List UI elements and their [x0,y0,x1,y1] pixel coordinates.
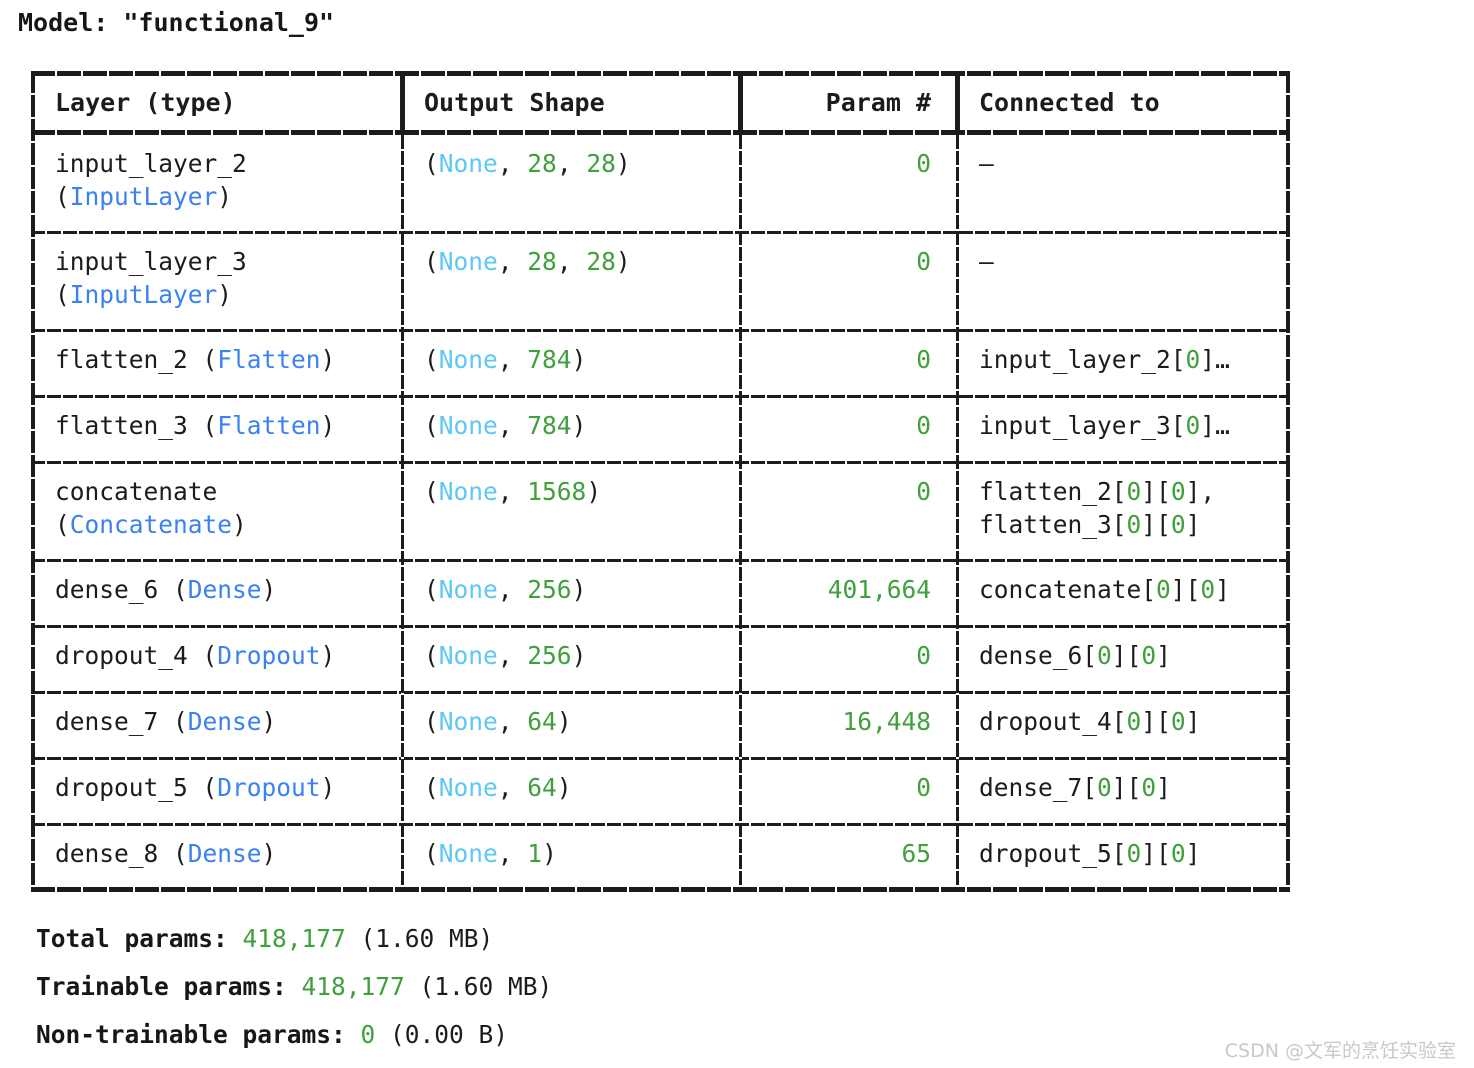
params-value: 418,177 [301,972,405,1001]
column-header-layer: Layer (type) [55,88,236,117]
cell-layer-name: input_layer_3 (InputLayer) [55,247,247,309]
cell-output-shape: (None, 64) [424,707,572,736]
cell-connected-to: dense_6[0][0] [979,641,1171,670]
row-separator [31,625,1290,628]
params-size: (1.60 MB) [345,924,494,953]
params-label: Non-trainable params: [36,1020,361,1049]
column-separator [401,135,404,887]
row-separator [31,691,1290,694]
row-separator [31,231,1290,234]
cell-output-shape: (None, 256) [424,575,587,604]
cell-output-shape: (None, 1568) [424,477,602,506]
table-bottom-border [31,887,1290,892]
watermark: CSDN @文军的烹饪实验室 [1224,1040,1456,1062]
cell-connected-to: dropout_5[0][0] [979,839,1201,868]
column-separator-header [400,75,405,131]
params-size: (1.60 MB) [404,972,553,1001]
cell-layer-name: dropout_4 (Dropout) [55,641,336,670]
column-separator [956,135,959,887]
table-right-border [1286,71,1290,892]
non-trainable-params-line: Non-trainable params: 0 (0.00 B) [36,1020,508,1049]
cell-param-count: 0 [916,641,931,670]
column-separator-header [738,75,743,131]
row-separator [31,823,1290,826]
total-params-line: Total params: 418,177 (1.60 MB) [36,924,493,953]
cell-output-shape: (None, 64) [424,773,572,802]
params-label: Total params: [36,924,243,953]
cell-param-count: 16,448 [842,707,931,736]
model-summary-page: Model: "functional_9" Layer (type) Output… [0,0,1474,1068]
cell-output-shape: (None, 784) [424,411,587,440]
cell-connected-to: dropout_4[0][0] [979,707,1201,736]
params-size: (0.00 B) [375,1020,509,1049]
params-value: 418,177 [242,924,346,953]
page-title: Model: "functional_9" [18,8,335,37]
cell-param-count: 0 [916,477,931,506]
cell-output-shape: (None, 784) [424,345,587,374]
cell-output-shape: (None, 256) [424,641,587,670]
row-separator [31,395,1290,398]
column-header-param: Param # [825,88,931,117]
cell-param-count: 0 [916,345,931,374]
cell-param-count: 0 [916,149,931,178]
cell-connected-to: flatten_2[0][0], flatten_3[0][0] [979,477,1216,539]
column-header-output-shape: Output Shape [424,88,605,117]
table-header-separator [31,130,1290,135]
table-left-border [31,71,35,892]
cell-connected-to: input_layer_3[0]… [979,411,1230,440]
cell-layer-name: dropout_5 (Dropout) [55,773,336,802]
cell-param-count: 401,664 [827,575,931,604]
cell-param-count: 65 [901,839,931,868]
trainable-params-line: Trainable params: 418,177 (1.60 MB) [36,972,552,1001]
cell-param-count: 0 [916,247,931,276]
cell-output-shape: (None, 1) [424,839,557,868]
column-separator [739,135,742,887]
row-separator [31,559,1290,562]
params-label: Trainable params: [36,972,302,1001]
table-top-border [31,71,1290,76]
cell-connected-to: concatenate[0][0] [979,575,1230,604]
row-separator [31,461,1290,464]
cell-layer-name: input_layer_2 (InputLayer) [55,149,247,211]
params-value: 0 [360,1020,376,1049]
cell-layer-name: flatten_3 (Flatten) [55,411,336,440]
cell-layer-name: dense_7 (Dense) [55,707,277,736]
cell-param-count: 0 [916,411,931,440]
cell-connected-to: input_layer_2[0]… [979,345,1230,374]
model-summary-table: Layer (type) Output Shape Param # Connected… [31,71,1290,892]
cell-output-shape: (None, 28, 28) [424,149,631,178]
cell-layer-name: dense_8 (Dense) [55,839,277,868]
row-separator [31,757,1290,760]
cell-layer-name: concatenate (Concatenate) [55,477,247,539]
cell-connected-to: — [979,149,994,178]
cell-layer-name: dense_6 (Dense) [55,575,277,604]
cell-connected-to: dense_7[0][0] [979,773,1171,802]
cell-connected-to: — [979,247,994,276]
cell-param-count: 0 [916,773,931,802]
column-separator-header [955,75,960,131]
column-header-connected-to: Connected to [979,88,1160,117]
cell-output-shape: (None, 28, 28) [424,247,631,276]
cell-layer-name: flatten_2 (Flatten) [55,345,336,374]
row-separator [31,329,1290,332]
